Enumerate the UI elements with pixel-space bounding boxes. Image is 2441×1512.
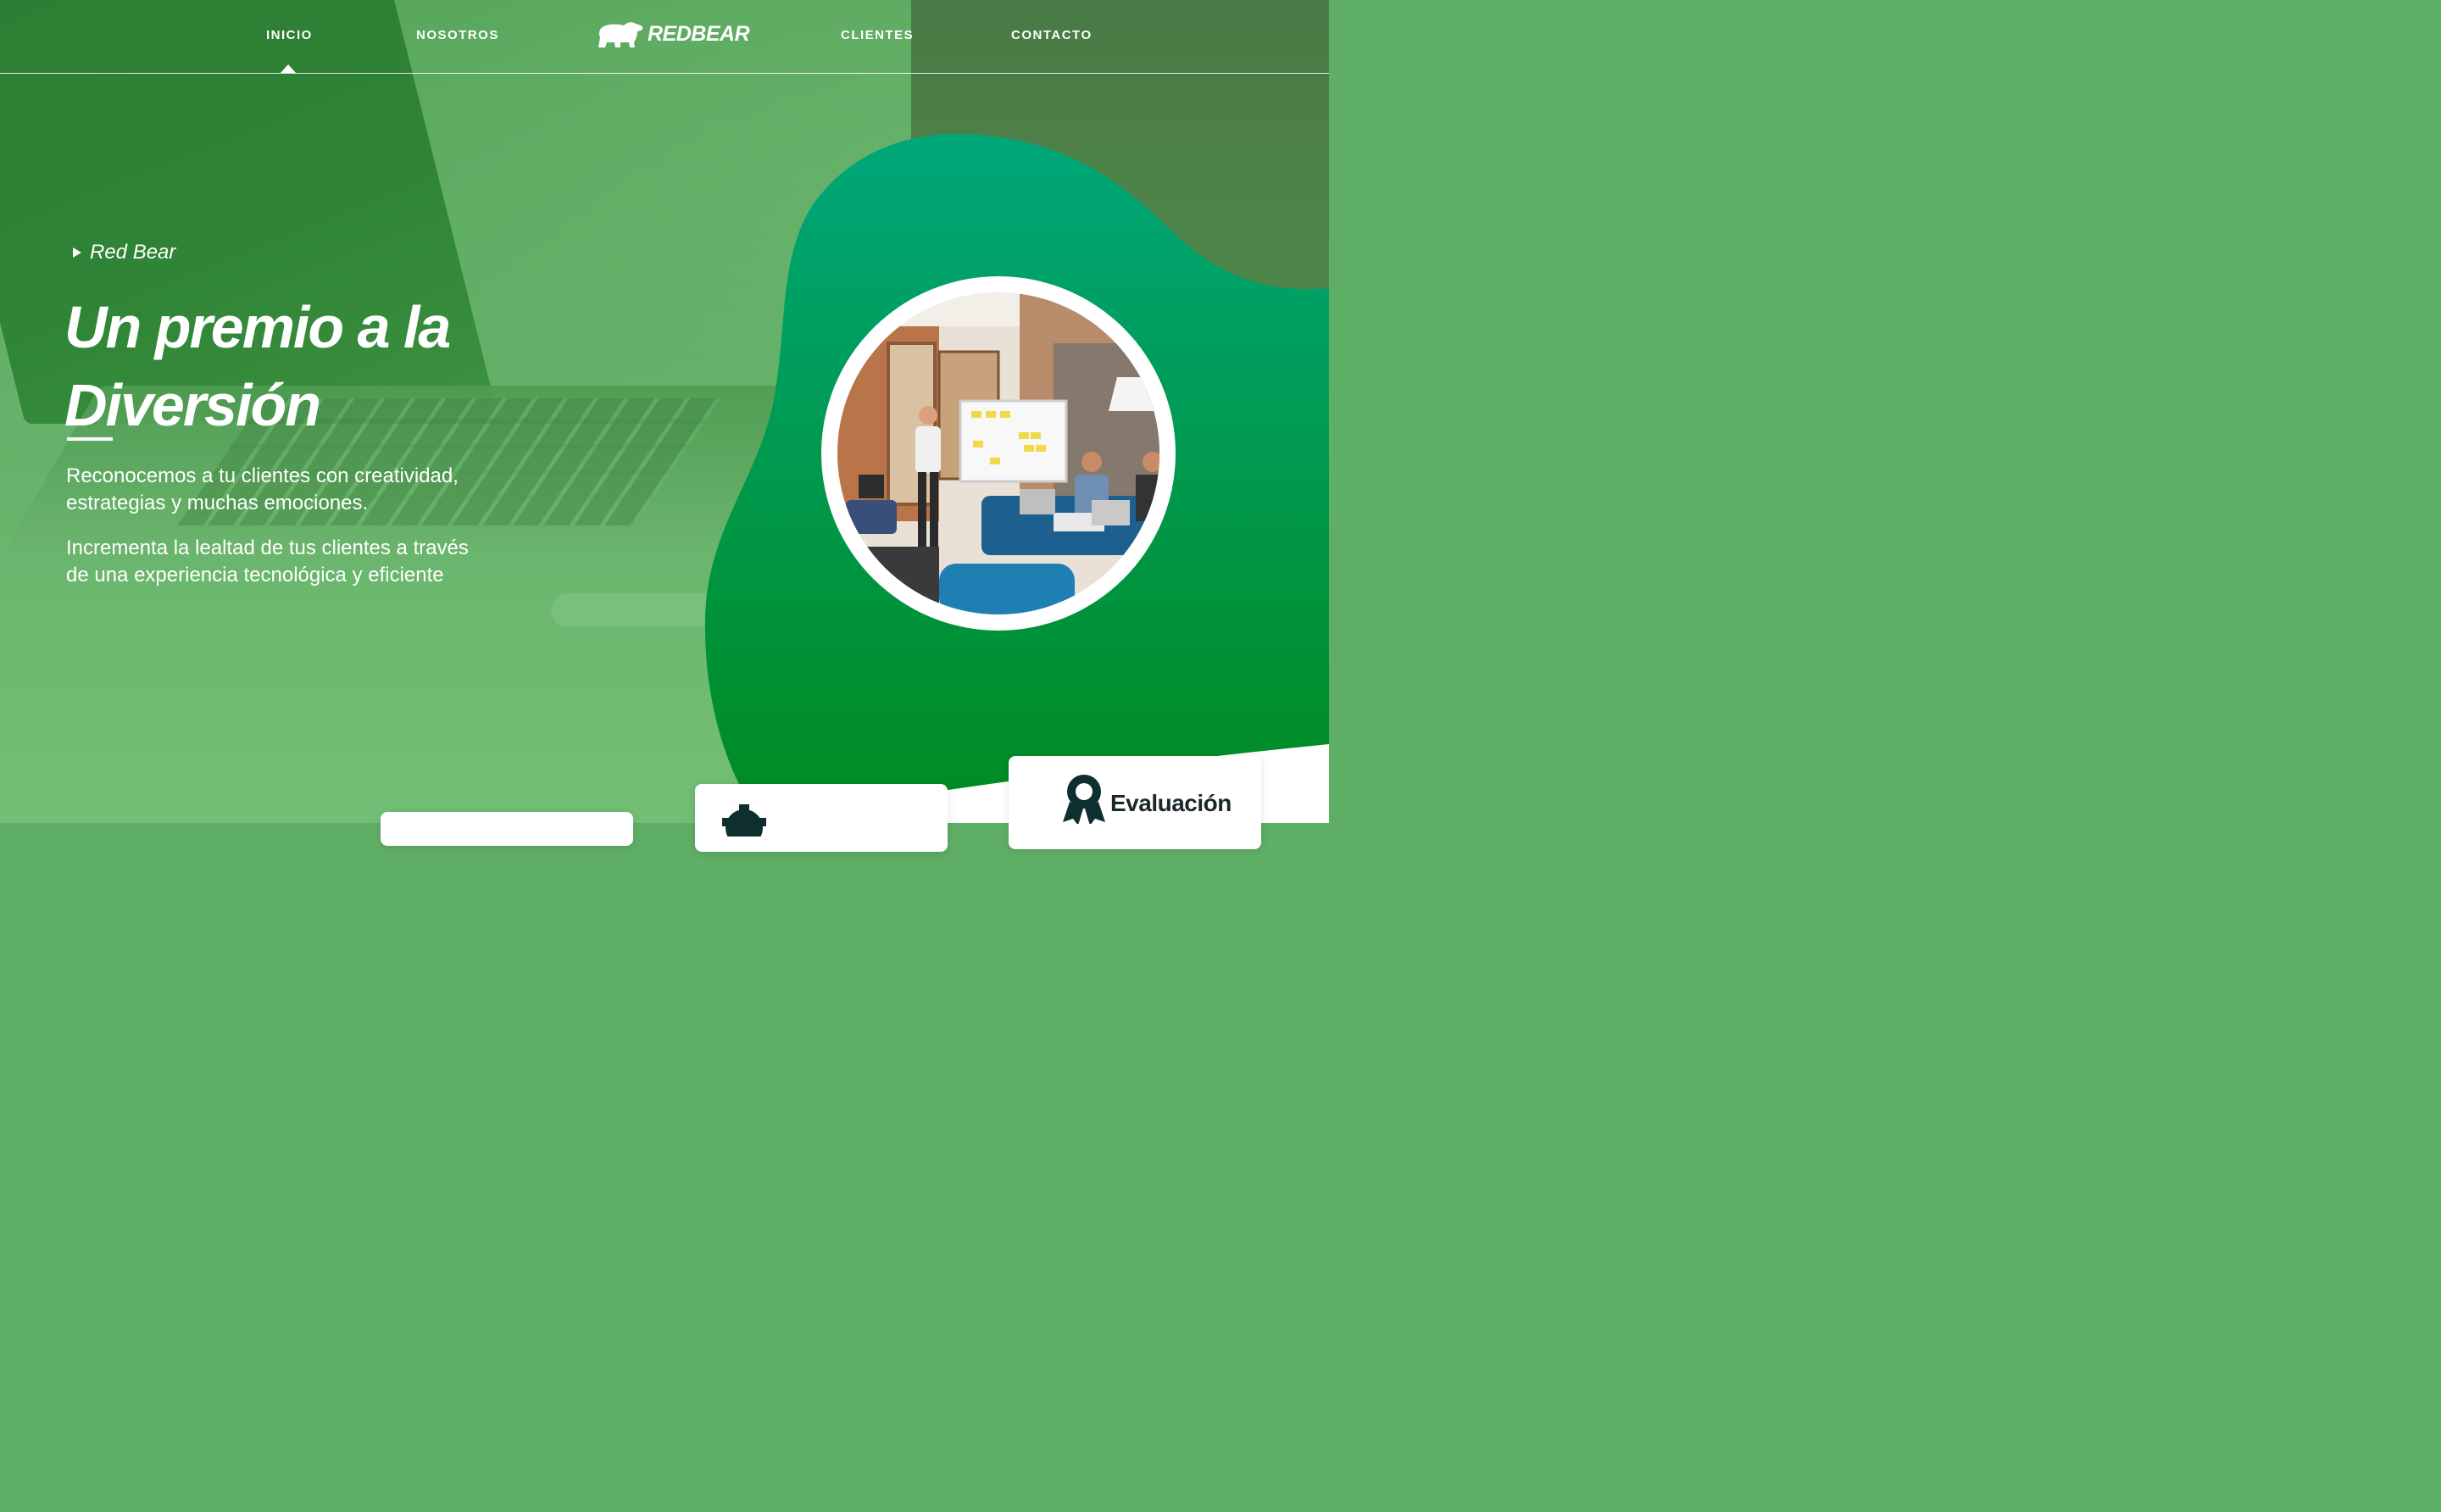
nav-link-clientes[interactable]: CLIENTES [841, 28, 914, 42]
hero-eyebrow: Red Bear [73, 241, 175, 264]
hero-title-line2: Diversión [64, 372, 321, 438]
active-indicator-caret [281, 64, 296, 73]
hero-title: Un premio a la Diversión [64, 288, 539, 444]
bear-icon [598, 22, 643, 47]
nav-link-nosotros[interactable]: NOSOTROS [416, 28, 499, 42]
team-meeting-photo [837, 292, 1159, 614]
hero-title-line1: Un premio a la [64, 294, 451, 360]
nav-link-inicio[interactable]: INICIO [266, 28, 313, 42]
hero-paragraph-1: Reconocemos a tu clientes con creativida… [66, 464, 459, 514]
feature-card-2[interactable] [695, 784, 948, 852]
top-navigation: INICIO NOSOTROS REDBEAR CLIENTES CONTACT… [0, 0, 1329, 74]
title-underline [67, 437, 113, 441]
team-meeting-illustration [837, 292, 1159, 614]
logo-wordmark: REDBEAR [648, 21, 750, 46]
gear-icon [722, 804, 766, 837]
card-title-evaluacion: Evaluación [1110, 790, 1232, 816]
feature-card-evaluacion[interactable]: Evaluación [1009, 756, 1261, 849]
award-ribbon-icon [1063, 775, 1105, 824]
hero-paragraph-2: Incrementa la lealtad de tus clientes a … [66, 536, 469, 586]
play-triangle-icon [73, 247, 81, 258]
redbear-logo[interactable]: REDBEAR [595, 17, 750, 51]
eyebrow-label: Red Bear [90, 241, 176, 264]
feature-card-1[interactable] [381, 812, 633, 846]
nav-link-contacto[interactable]: CONTACTO [1011, 28, 1093, 42]
